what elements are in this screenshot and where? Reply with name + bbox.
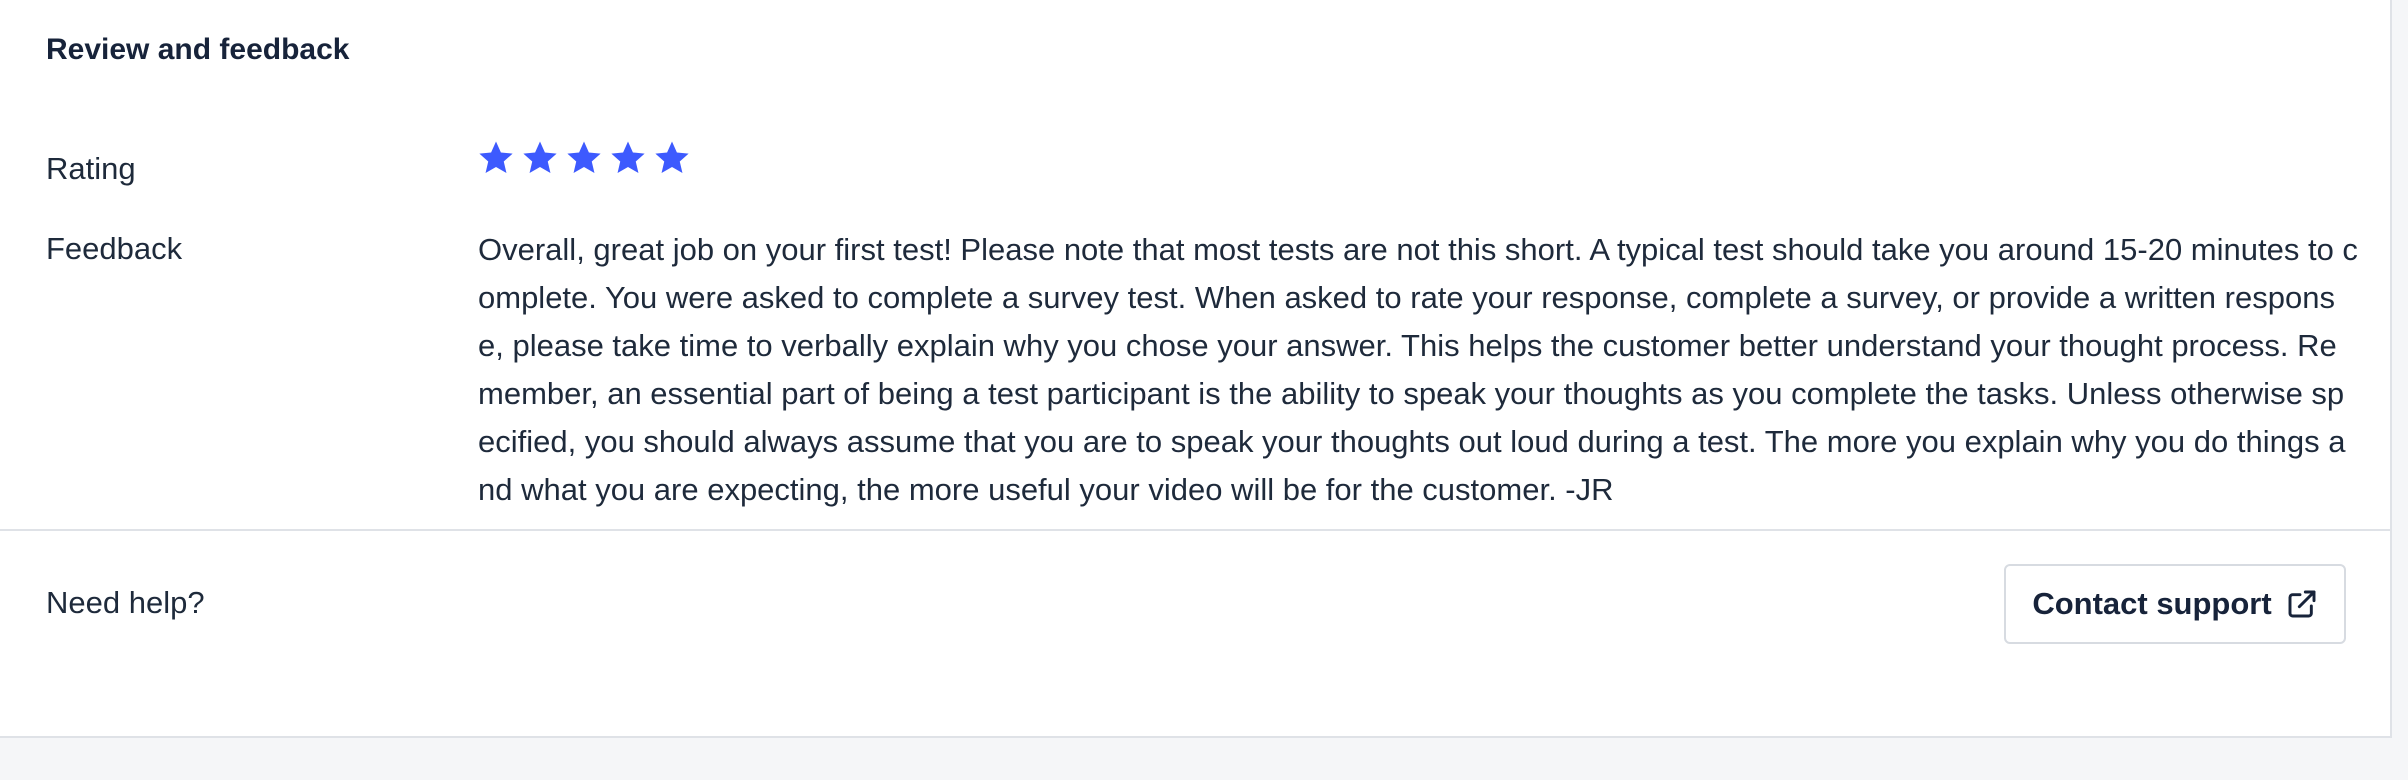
section-divider xyxy=(0,529,2392,531)
feedback-label: Feedback xyxy=(46,231,183,266)
star-rating xyxy=(477,139,691,177)
star-icon xyxy=(567,141,601,174)
star-icon xyxy=(479,141,513,174)
contact-support-button[interactable]: Contact support xyxy=(2004,564,2346,644)
review-card: Review and feedback Rating Feedback Over… xyxy=(0,0,2392,738)
star-icon xyxy=(655,141,689,174)
star-icon xyxy=(611,141,645,174)
contact-support-label: Contact support xyxy=(2032,586,2272,621)
external-link-icon xyxy=(2288,590,2316,618)
rating-label: Rating xyxy=(46,151,136,186)
section-title: Review and feedback xyxy=(46,33,350,66)
star-icon xyxy=(523,141,557,174)
feedback-text: Overall, great job on your first test! P… xyxy=(478,232,2358,507)
need-help-label: Need help? xyxy=(46,585,205,620)
